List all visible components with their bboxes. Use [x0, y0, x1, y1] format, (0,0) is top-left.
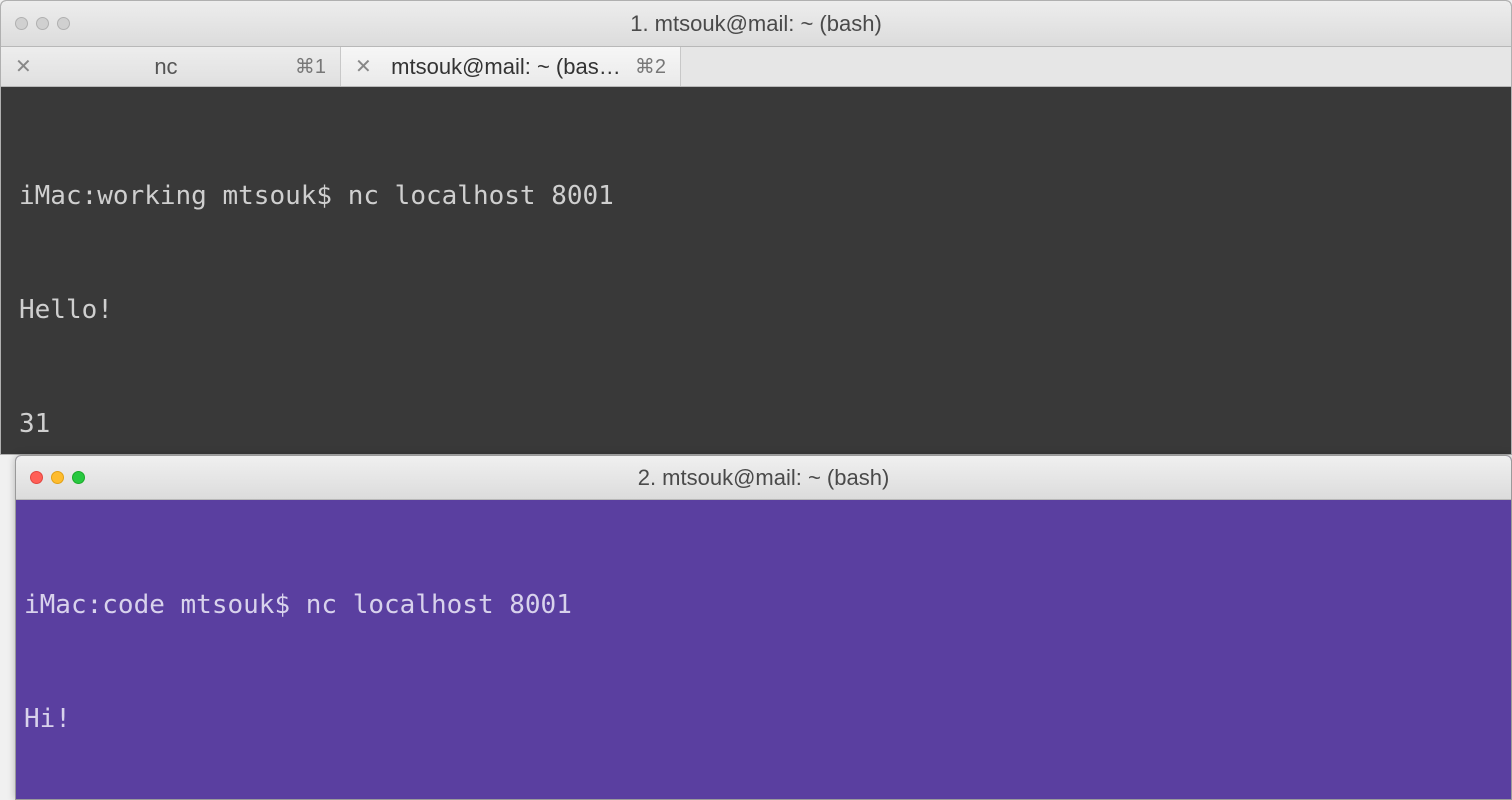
tab-nc[interactable]: ✕ nc ⌘1: [1, 47, 341, 86]
tab-label: mtsouk@mail: ~ (bas…: [377, 54, 635, 80]
terminal-window-2: 2. mtsouk@mail: ~ (bash) iMac:code mtsou…: [15, 455, 1512, 800]
tab-shortcut: ⌘1: [295, 54, 326, 79]
terminal-body-2[interactable]: iMac:code mtsouk$ nc localhost 8001 Hi! …: [16, 500, 1511, 799]
close-icon[interactable]: ✕: [15, 54, 37, 79]
tab-bash[interactable]: ✕ mtsouk@mail: ~ (bas… ⌘2: [341, 47, 681, 86]
minimize-icon[interactable]: [36, 17, 49, 30]
minimize-icon[interactable]: [51, 471, 64, 484]
terminal-line: iMac:code mtsouk$ nc localhost 8001: [24, 586, 1503, 624]
tab-bar: ✕ nc ⌘1 ✕ mtsouk@mail: ~ (bas… ⌘2: [1, 47, 1511, 87]
titlebar-2[interactable]: 2. mtsouk@mail: ~ (bash): [16, 456, 1511, 500]
tab-label: nc: [37, 54, 295, 80]
traffic-lights-2: [30, 471, 85, 484]
titlebar-1[interactable]: 1. mtsouk@mail: ~ (bash): [1, 1, 1511, 47]
window-title-1: 1. mtsouk@mail: ~ (bash): [1, 11, 1511, 37]
close-icon[interactable]: [30, 471, 43, 484]
maximize-icon[interactable]: [72, 471, 85, 484]
close-icon[interactable]: [15, 17, 28, 30]
terminal-line: Hello!: [19, 291, 1493, 329]
window-title-2: 2. mtsouk@mail: ~ (bash): [16, 465, 1511, 491]
maximize-icon[interactable]: [57, 17, 70, 30]
terminal-line: iMac:working mtsouk$ nc localhost 8001: [19, 177, 1493, 215]
terminal-window-1: 1. mtsouk@mail: ~ (bash) ✕ nc ⌘1 ✕ mtsou…: [0, 0, 1512, 455]
terminal-body-1[interactable]: iMac:working mtsouk$ nc localhost 8001 H…: [1, 87, 1511, 454]
tab-shortcut: ⌘2: [635, 54, 666, 79]
close-icon[interactable]: ✕: [355, 54, 377, 79]
terminal-line: Hi!: [24, 700, 1503, 738]
terminal-line: 31: [19, 405, 1493, 443]
traffic-lights-1: [15, 17, 70, 30]
